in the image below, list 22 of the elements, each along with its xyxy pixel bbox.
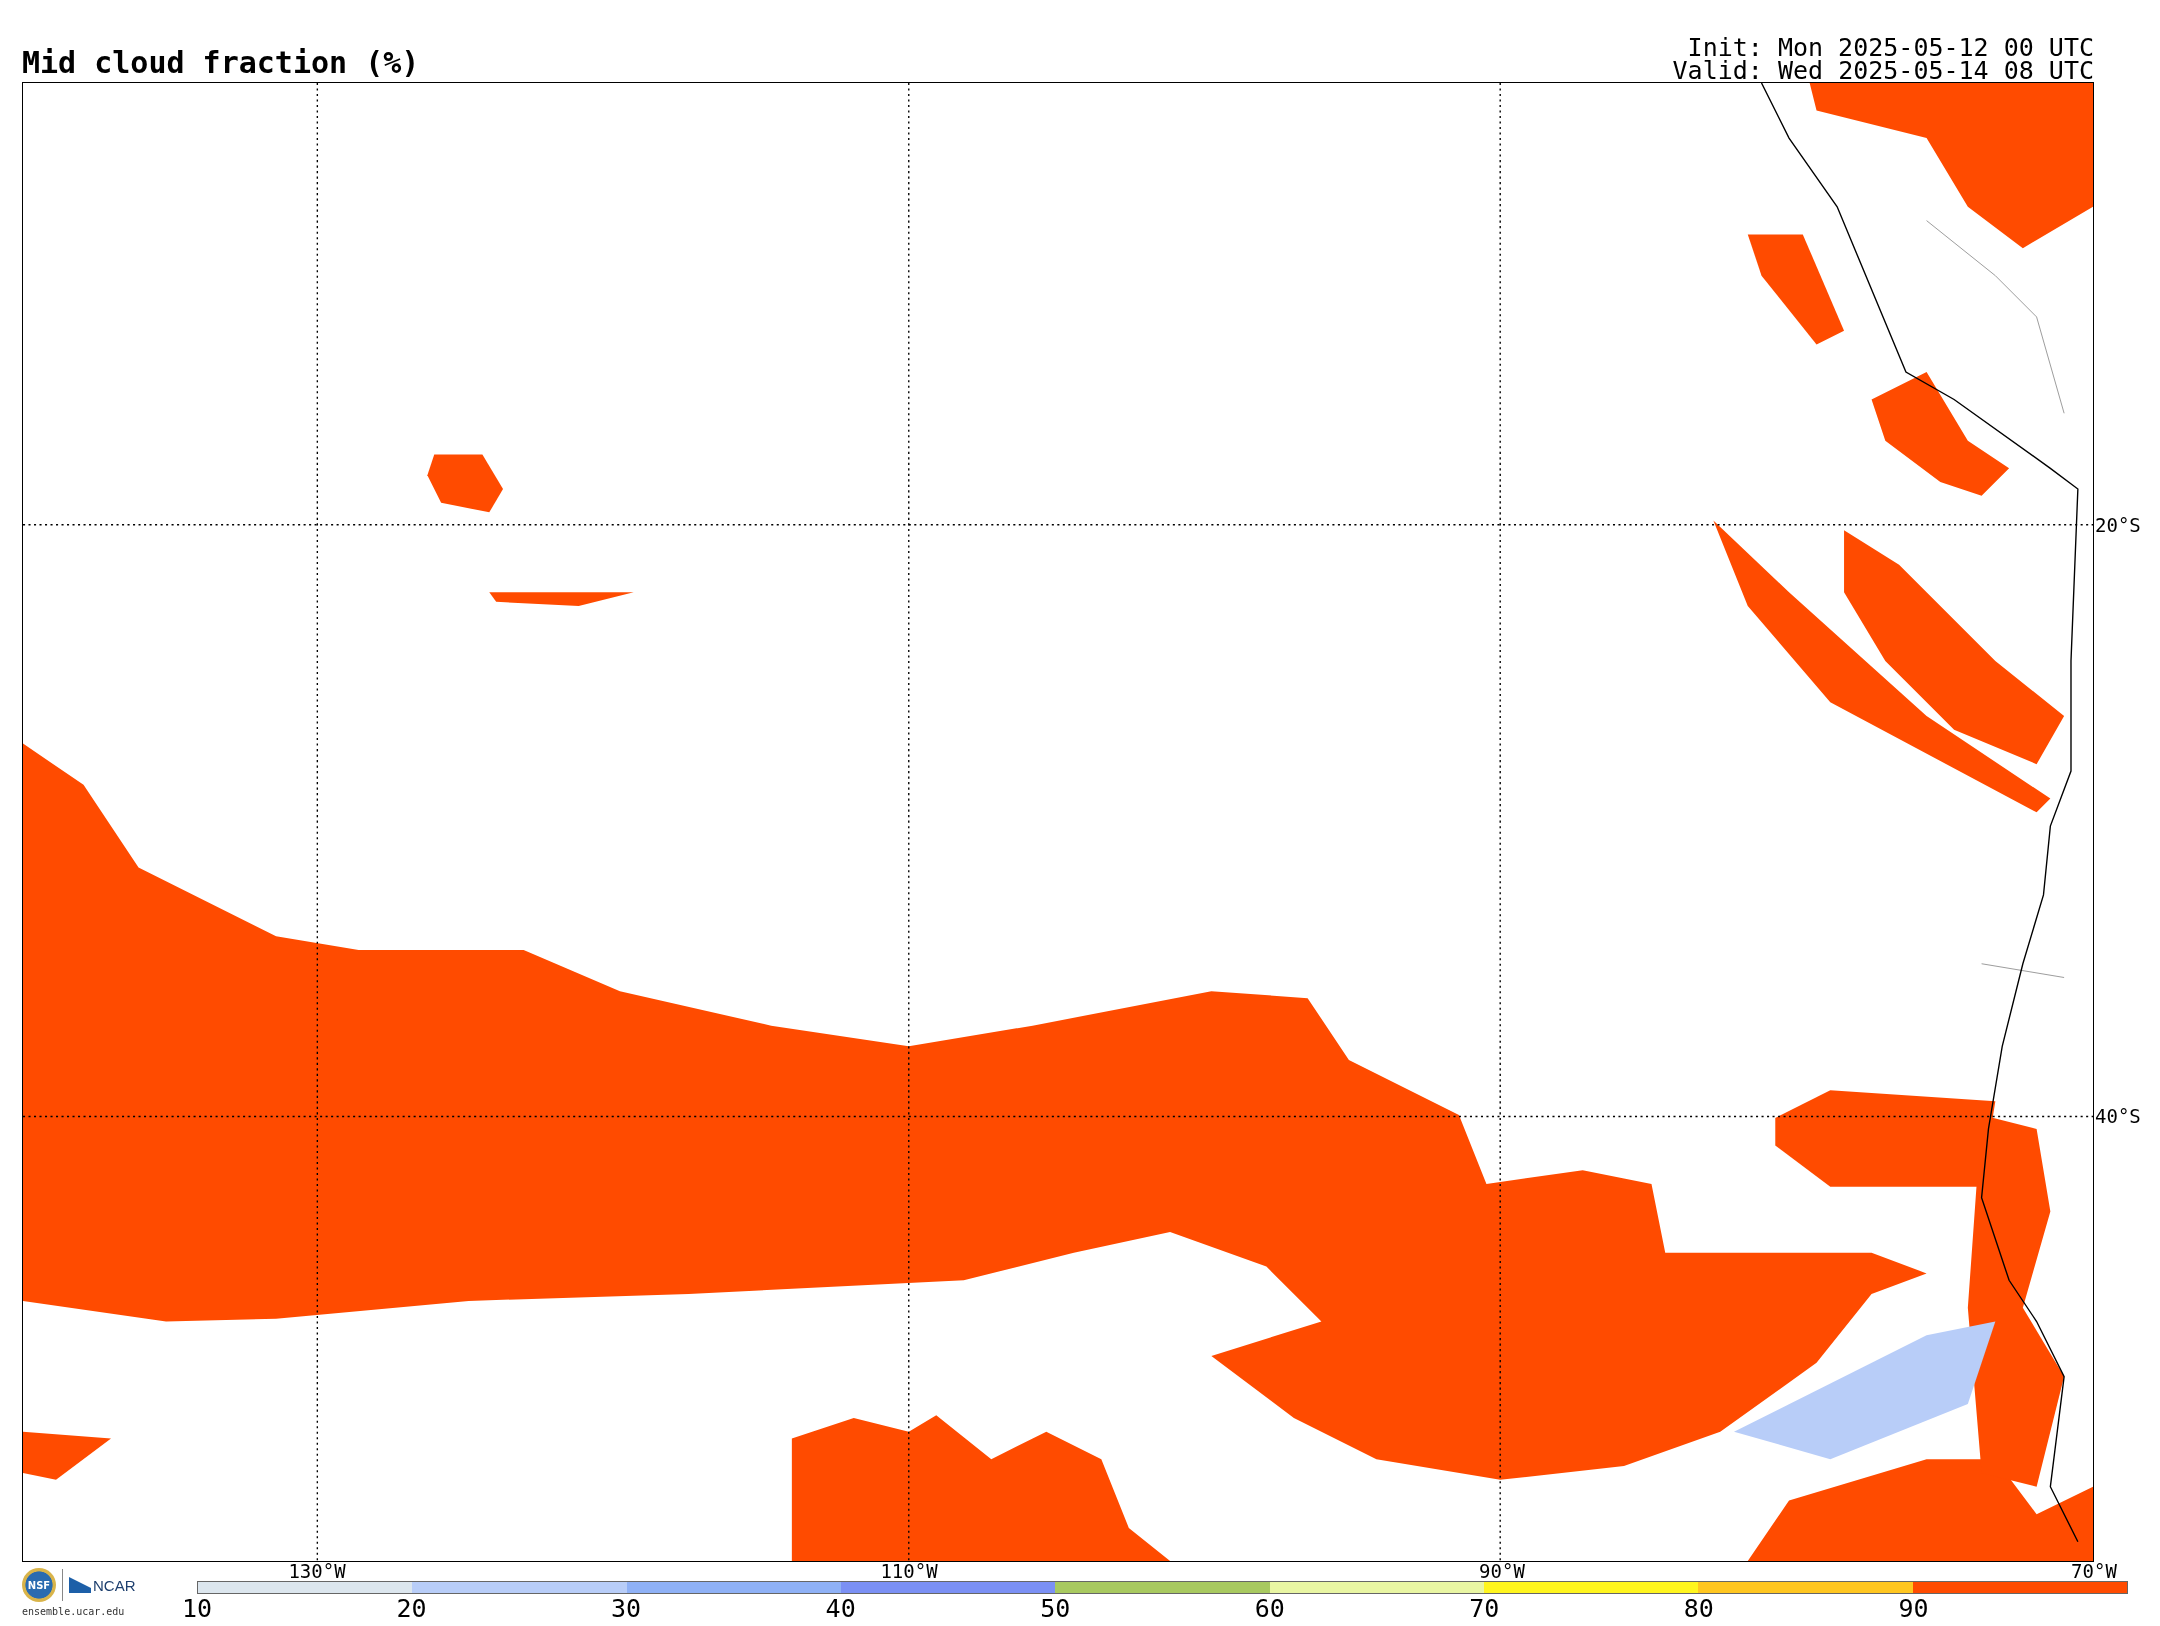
colorbar-tick-label: 50 [1040,1596,1071,1621]
colorbar-tick-label: 70 [1469,1596,1500,1621]
colorbar-tick-label: 30 [611,1596,642,1621]
colorbar-tick-label: 20 [396,1596,427,1621]
longitude-label: 70°W [2071,1562,2117,1581]
flag-icon [69,1577,91,1593]
site-url: ensemble.ucar.edu [22,1606,125,1617]
latitude-label: 40°S [2095,1105,2141,1128]
init-time: Init: Mon 2025-05-12 00 UTC [1687,36,2094,59]
seal-logo: NSF [22,1568,56,1602]
latitude-label: 20°S [2095,513,2141,536]
colorbar-tick-label: 40 [825,1596,856,1621]
valid-time: Valid: Wed 2025-05-14 08 UTC [1672,59,2094,82]
longitude-label: 130°W [288,1562,346,1581]
colorbar-tick-label: 90 [1898,1596,1929,1621]
colorbar-tick-label: 60 [1254,1596,1285,1621]
colorbar-tick-label: 10 [181,1596,213,1621]
longitude-label: 90°W [1479,1562,1525,1581]
colorbar-tick-label: 80 [1683,1596,1714,1621]
longitude-label: 110°W [880,1562,938,1581]
chart-title: Mid cloud fraction (%) [22,48,420,78]
org-logo-text: NCAR [93,1576,136,1594]
